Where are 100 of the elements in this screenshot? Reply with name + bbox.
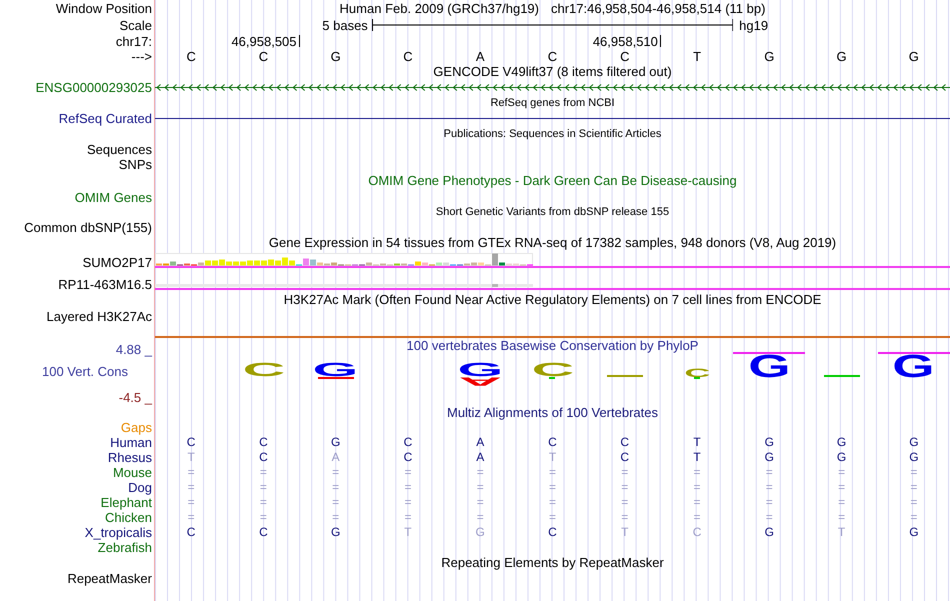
- species-label: Mouse: [112, 465, 152, 480]
- alignment-base: =: [838, 496, 846, 509]
- track-title: Publications: Sequences in Scientific Articles: [444, 126, 662, 140]
- alignment-base: T: [621, 526, 628, 539]
- sequence-base: G: [836, 49, 847, 64]
- header-label: Window Position: [56, 1, 152, 16]
- alignment-base: =: [621, 511, 628, 524]
- track-title: 100 vertebrates Basewise Conservation by PhyloP: [406, 338, 698, 352]
- species-label: Dog: [128, 480, 152, 495]
- track-label: OMIM Genes: [74, 190, 152, 204]
- alignment-base: =: [332, 511, 340, 524]
- track-title: Short Genetic Variants from dbSNP release 155: [436, 205, 670, 219]
- alignment-base: G: [331, 526, 340, 539]
- sequence-base: T: [693, 49, 702, 64]
- alignment-base: =: [694, 466, 701, 479]
- sequence-base: A: [476, 49, 485, 64]
- track-label: Sequences: [86, 142, 152, 156]
- alignment-base: =: [694, 481, 701, 494]
- alignment-base: =: [766, 496, 773, 509]
- sequence-base: G: [764, 49, 774, 64]
- species-label: Rhesus: [108, 450, 152, 465]
- logo-letter: G: [457, 364, 504, 377]
- alignment-base: G: [476, 526, 485, 539]
- alignment-base: =: [188, 496, 195, 509]
- alignment-base: =: [838, 511, 846, 524]
- alignment-base: =: [260, 511, 267, 524]
- alignment-base: C: [259, 451, 268, 464]
- alignment-base: =: [694, 496, 701, 509]
- alignment-base: =: [838, 481, 846, 494]
- track-title: GENCODE V49lift37 (8 items filtered out): [433, 65, 672, 79]
- alignment-base: =: [548, 496, 556, 509]
- alignment-base: =: [188, 511, 195, 524]
- alignment-base: =: [404, 466, 412, 479]
- alignment-base: C: [259, 526, 268, 539]
- alignment-base: =: [260, 496, 267, 509]
- alignment-base: T: [187, 451, 195, 464]
- track-label: RP11-463M16.5: [58, 276, 152, 292]
- alignment-base: C: [404, 451, 412, 464]
- alignment-base: A: [476, 451, 484, 464]
- alignment-base: C: [259, 436, 268, 449]
- alignment-base: =: [910, 511, 918, 524]
- sequence-base: C: [620, 49, 630, 64]
- alignment-base: C: [620, 451, 630, 464]
- alignment-base: =: [910, 466, 918, 479]
- alignment-base: A: [332, 451, 340, 464]
- alignment-base: T: [693, 451, 701, 464]
- logo-letter: C: [684, 368, 710, 377]
- coordinate-label: 46,958,505: [231, 34, 298, 48]
- alignment-base: =: [766, 481, 773, 494]
- logo-letter: G: [892, 354, 935, 377]
- alignment-base: =: [621, 466, 628, 479]
- alignment-base: =: [548, 481, 556, 494]
- alignment-base: =: [404, 481, 412, 494]
- sequence-base: C: [548, 49, 558, 64]
- species-label: Chicken: [105, 510, 152, 525]
- alignment-base: G: [764, 451, 774, 464]
- alignment-base: G: [331, 436, 340, 449]
- axis-label: -4.5 _: [118, 390, 152, 405]
- expression-bar: [492, 284, 498, 287]
- alignment-base: C: [548, 436, 557, 449]
- alignment-base: =: [476, 481, 484, 494]
- species-label: Elephant: [100, 495, 152, 510]
- alignment-base: =: [404, 511, 412, 524]
- logo-letter: C: [531, 364, 574, 377]
- alignment-base: T: [548, 451, 556, 464]
- scale-label: 5 bases: [322, 18, 368, 32]
- alignment-base: =: [188, 466, 195, 479]
- track-label: Common dbSNP(155): [24, 220, 152, 235]
- assembly-title: Human Feb. 2009 (GRCh37/hg19): [340, 1, 539, 16]
- species-label: Zebrafish: [98, 540, 152, 555]
- alignment-base: =: [476, 466, 484, 479]
- alignment-base: =: [621, 496, 628, 509]
- ruler-tick: [298, 35, 300, 47]
- alignment-base: =: [621, 481, 628, 494]
- alignment-base: G: [909, 451, 919, 464]
- track-title: OMIM Gene Phenotypes - Dark Green Can Be Disease-causing: [368, 174, 737, 188]
- alignment-base: T: [404, 526, 412, 539]
- logo-letter: G: [312, 364, 359, 377]
- alignment-base: =: [548, 466, 556, 479]
- alignment-base: C: [692, 526, 702, 539]
- alignment-base: T: [838, 526, 846, 539]
- alignment-base: C: [548, 526, 557, 539]
- alignment-base: C: [620, 436, 630, 449]
- sequence-base: C: [258, 49, 268, 64]
- alignment-base: G: [909, 526, 919, 539]
- alignment-base: =: [260, 481, 267, 494]
- alignment-base: =: [332, 481, 340, 494]
- alignment-base: =: [766, 466, 773, 479]
- alignment-base: =: [910, 496, 918, 509]
- alignment-base: C: [186, 526, 196, 539]
- track-label: SUMO2P17: [82, 254, 152, 270]
- logo-letter: C: [242, 364, 285, 377]
- track-label: RefSeq Curated: [58, 110, 152, 126]
- alignment-base: G: [764, 526, 774, 539]
- track-label: RepeatMasker: [67, 571, 152, 586]
- track-label: SNPs: [118, 157, 152, 172]
- alignment-base: G: [836, 451, 846, 464]
- alignment-base: =: [476, 511, 484, 524]
- alignment-base: =: [548, 511, 556, 524]
- species-label: Human: [110, 435, 152, 450]
